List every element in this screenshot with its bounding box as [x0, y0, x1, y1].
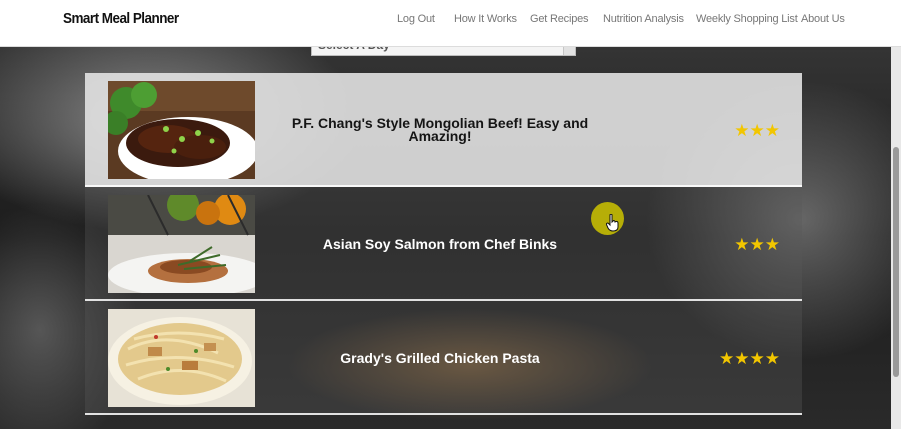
recipe-title[interactable]: Asian Soy Salmon from Chef Binks: [275, 187, 605, 301]
star-icon: ★: [764, 120, 780, 140]
scrollbar-thumb[interactable]: [893, 147, 899, 377]
recipe-title[interactable]: Grady's Grilled Chicken Pasta: [275, 301, 605, 415]
recipe-rating: ★ ★ ★ ★: [719, 301, 780, 415]
page-scrollbar[interactable]: [891, 47, 901, 429]
star-icon: ★: [734, 348, 750, 368]
recipe-list: P.F. Chang's Style Mongolian Beef! Easy …: [85, 73, 802, 415]
recipe-image-soy-salmon[interactable]: [108, 195, 255, 293]
nav-nutrition-analysis[interactable]: Nutrition Analysis: [603, 13, 684, 25]
star-icon: ★: [749, 348, 765, 368]
recipe-row[interactable]: P.F. Chang's Style Mongolian Beef! Easy …: [85, 73, 802, 187]
top-navbar: Smart Meal Planner Log Out How It Works …: [0, 0, 901, 47]
recipe-rating: ★ ★ ★: [734, 187, 780, 301]
brand-logo[interactable]: Smart Meal Planner: [63, 10, 179, 27]
recipe-title[interactable]: P.F. Chang's Style Mongolian Beef! Easy …: [275, 73, 605, 187]
recipe-row[interactable]: Asian Soy Salmon from Chef Binks ★ ★ ★: [85, 187, 802, 301]
recipe-image-chicken-pasta[interactable]: [108, 309, 255, 407]
nav-about-us[interactable]: About Us: [801, 13, 845, 25]
recipe-rating: ★ ★ ★: [734, 73, 780, 187]
nav-log-out[interactable]: Log Out: [397, 13, 435, 25]
recipe-row[interactable]: Grady's Grilled Chicken Pasta ★ ★ ★ ★: [85, 301, 802, 415]
star-icon: ★: [749, 234, 765, 254]
nav-how-it-works[interactable]: How It Works: [454, 13, 517, 25]
nav-get-recipes[interactable]: Get Recipes: [530, 13, 589, 25]
nav-weekly-shopping-list[interactable]: Weekly Shopping List: [696, 13, 798, 25]
star-icon: ★: [749, 120, 765, 140]
hand-cursor-icon: [605, 213, 620, 237]
star-icon: ★: [764, 234, 780, 254]
star-icon: ★: [734, 234, 750, 254]
star-icon: ★: [734, 120, 750, 140]
star-icon: ★: [764, 348, 780, 368]
recipe-image-mongolian-beef[interactable]: [108, 81, 255, 179]
star-icon: ★: [719, 348, 735, 368]
